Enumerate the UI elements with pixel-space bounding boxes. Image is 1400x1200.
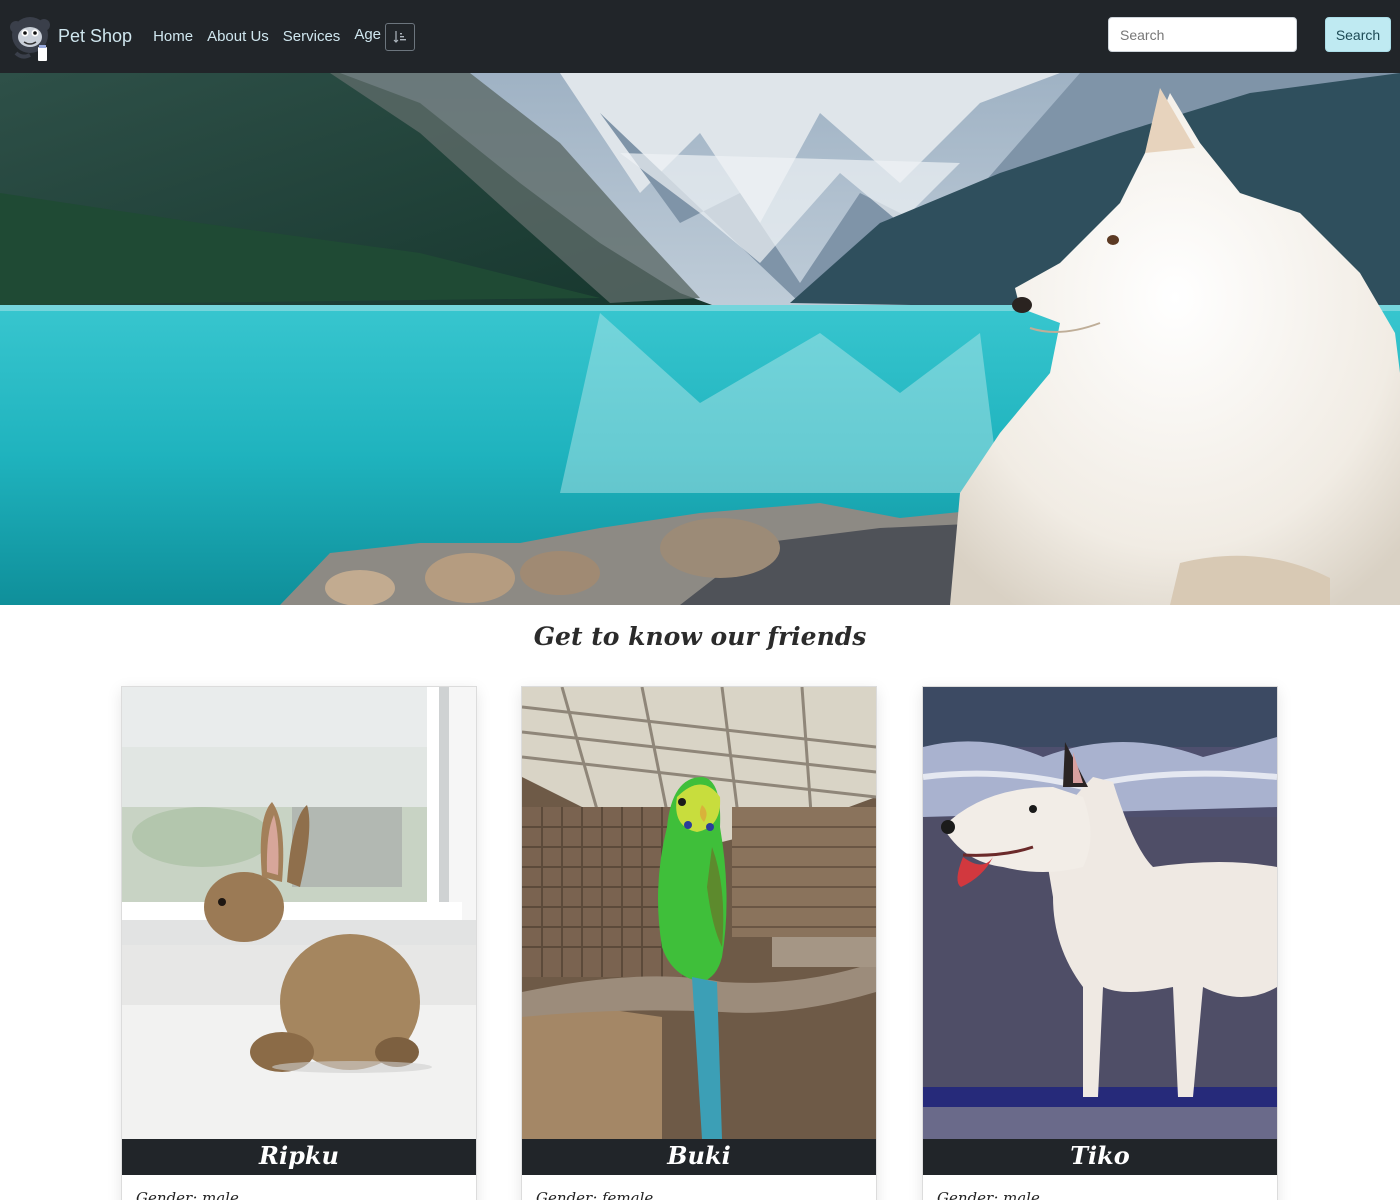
pet-name: Tiko [923, 1139, 1277, 1175]
pet-gender: Gender: male [136, 1189, 239, 1200]
brand[interactable]: Pet Shop [8, 9, 132, 65]
pet-image-parrot [522, 687, 876, 1139]
sort-icon [393, 30, 407, 43]
pet-name: Ripku [122, 1139, 476, 1175]
nav-links: Home About Us Services Age [153, 22, 416, 51]
pet-name: Buki [522, 1139, 876, 1175]
sort-button[interactable] [385, 22, 416, 51]
pet-image-rabbit [122, 687, 476, 1139]
hero-image [0, 73, 1400, 605]
monkey-logo-icon [10, 16, 50, 61]
nav-link-about-us[interactable]: About Us [207, 28, 269, 45]
brand-name: Pet Shop [58, 26, 133, 46]
pet-card-tiko[interactable]: Tiko Gender: male [922, 686, 1278, 1200]
pet-image-bull-terrier [923, 687, 1277, 1139]
nav-link-home[interactable]: Home [153, 28, 193, 45]
pet-card-ripku[interactable]: Ripku Gender: male [121, 686, 477, 1200]
pet-gender: Gender: female [536, 1189, 654, 1200]
age-label: Age [354, 26, 382, 43]
hero-banner [0, 73, 1400, 605]
section-title: Get to know our friends [533, 622, 867, 651]
navbar: Pet Shop Home About Us Services Age Sear… [0, 0, 1400, 73]
search-button[interactable]: Search [1325, 17, 1391, 52]
pet-card-buki[interactable]: Buki Gender: female [521, 686, 877, 1200]
pet-gender: Gender: male [937, 1189, 1040, 1200]
nav-link-services[interactable]: Services [283, 28, 341, 45]
search-input[interactable] [1108, 17, 1297, 52]
